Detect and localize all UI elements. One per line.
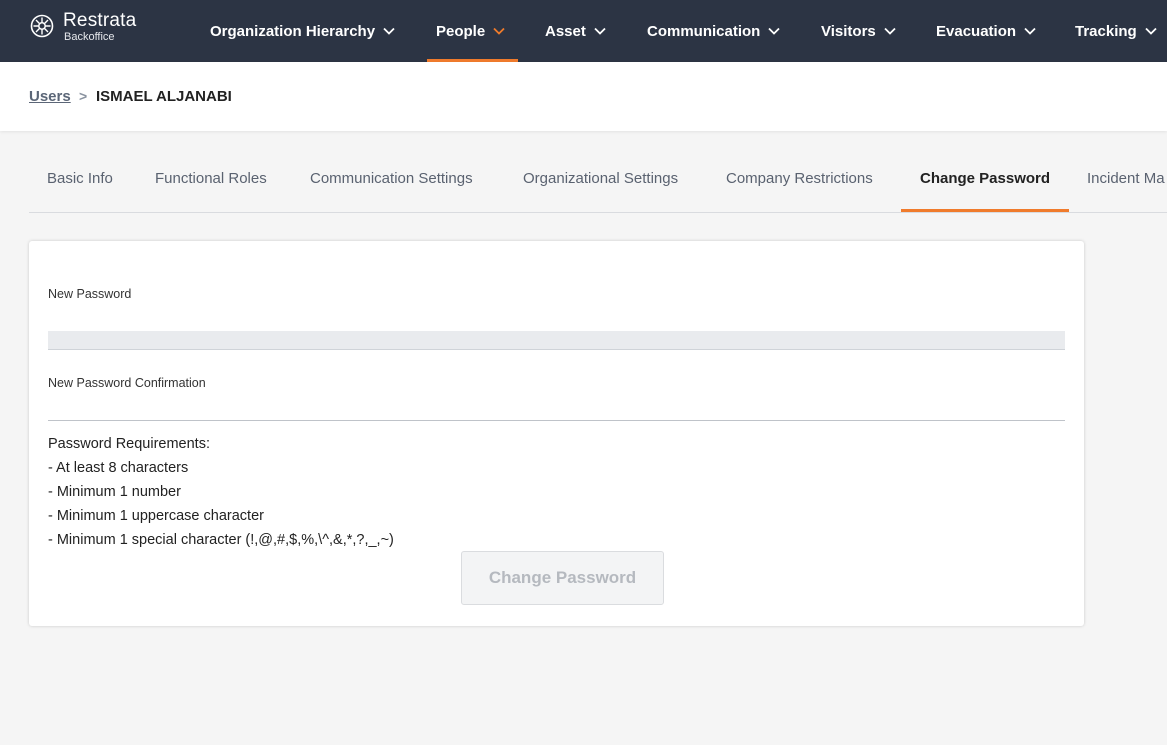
breadcrumb-separator: > xyxy=(79,88,88,104)
nav-item-visitors[interactable]: Visitors xyxy=(821,0,896,62)
new-password-label: New Password xyxy=(48,287,132,301)
nav-item-label: People xyxy=(436,22,486,40)
tab-functional-roles[interactable]: Functional Roles xyxy=(155,170,267,187)
tab-basic-info[interactable]: Basic Info xyxy=(47,170,113,187)
chevron-down-icon xyxy=(768,27,780,35)
nav-item-people[interactable]: People xyxy=(436,0,505,62)
nav-item-label: Organization Hierarchy xyxy=(210,22,376,40)
top-navigation-bar: Restrata Backoffice Organization Hierarc… xyxy=(0,0,1167,62)
new-password-input[interactable] xyxy=(48,331,1065,350)
nav-item-label: Asset xyxy=(545,22,586,40)
tab-change-password[interactable]: Change Password xyxy=(920,170,1050,187)
tab-company-restrictions[interactable]: Company Restrictions xyxy=(726,170,873,187)
breadcrumb-current-user: ISMAEL ALJANABI xyxy=(96,88,232,105)
breadcrumb: Users > ISMAEL ALJANABI xyxy=(0,62,1167,131)
new-password-confirmation-label: New Password Confirmation xyxy=(48,376,206,390)
tab-incident-management[interactable]: Incident Ma xyxy=(1087,170,1165,187)
password-requirements: Password Requirements: - At least 8 char… xyxy=(48,432,394,552)
chevron-down-icon xyxy=(594,27,606,35)
nav-item-label: Visitors xyxy=(821,22,876,40)
requirement-item: - At least 8 characters xyxy=(48,460,189,476)
chevron-down-icon xyxy=(1145,27,1157,35)
chevron-down-icon xyxy=(884,27,896,35)
app-subtitle: Backoffice xyxy=(64,31,115,43)
requirement-item: - Minimum 1 number xyxy=(48,484,181,500)
tab-organizational-settings[interactable]: Organizational Settings xyxy=(523,170,678,187)
chevron-down-icon xyxy=(493,27,505,35)
nav-item-asset[interactable]: Asset xyxy=(545,0,606,62)
nav-item-label: Communication xyxy=(647,22,761,40)
nav-item-evacuation[interactable]: Evacuation xyxy=(936,0,1036,62)
restrata-logo-icon xyxy=(30,14,54,38)
requirement-item: - Minimum 1 special character (!,@,#,$,%… xyxy=(48,532,394,548)
app-logo[interactable]: Restrata Backoffice xyxy=(30,11,136,43)
chevron-down-icon xyxy=(1024,27,1036,35)
tab-communication-settings[interactable]: Communication Settings xyxy=(310,170,473,187)
change-password-card: New Password New Password Confirmation P… xyxy=(29,241,1084,626)
requirement-item: - Minimum 1 uppercase character xyxy=(48,508,264,524)
requirements-title: Password Requirements: xyxy=(48,436,210,452)
new-password-confirmation-input[interactable] xyxy=(48,405,1065,421)
nav-item-communication[interactable]: Communication xyxy=(647,0,780,62)
app-name: Restrata xyxy=(63,10,137,31)
user-tabs: Basic Info Functional Roles Communicatio… xyxy=(29,150,1167,213)
nav-item-organization-hierarchy[interactable]: Organization Hierarchy xyxy=(210,0,395,62)
breadcrumb-link-users[interactable]: Users xyxy=(29,88,71,105)
change-password-button[interactable]: Change Password xyxy=(461,551,664,605)
nav-item-label: Evacuation xyxy=(936,22,1017,40)
nav-item-label: Tracking xyxy=(1075,22,1137,40)
nav-item-tracking[interactable]: Tracking xyxy=(1075,0,1157,62)
chevron-down-icon xyxy=(383,27,395,35)
active-tab-indicator xyxy=(901,209,1069,212)
